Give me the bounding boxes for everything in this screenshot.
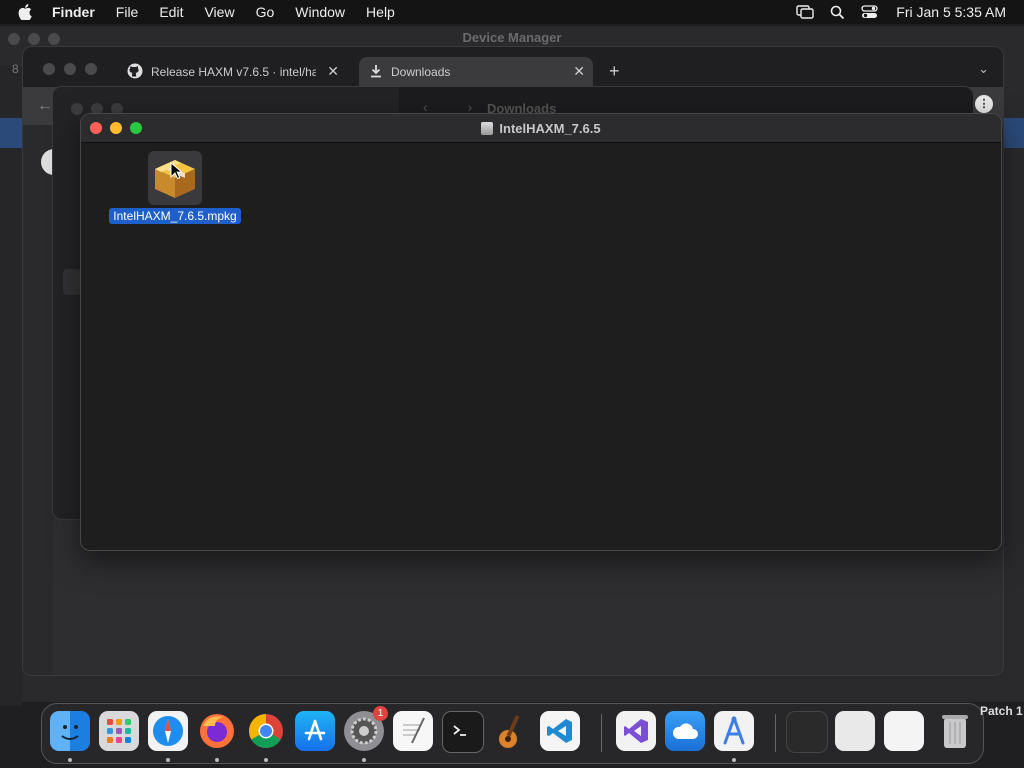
close-button[interactable] xyxy=(8,33,20,45)
vscode-dock-icon[interactable] xyxy=(540,711,580,751)
dmg-title: IntelHAXM_7.6.5 xyxy=(81,114,1001,142)
android-studio-dock-icon[interactable] xyxy=(714,711,754,751)
apple-menu-icon[interactable] xyxy=(18,4,38,20)
tool-window-button[interactable] xyxy=(0,118,22,148)
terminal-dock-icon[interactable] xyxy=(442,711,484,753)
close-button[interactable] xyxy=(43,63,55,75)
dmg-titlebar: IntelHAXM_7.6.5 xyxy=(81,114,1001,143)
menu-window[interactable]: Window xyxy=(295,4,345,20)
zoom-button[interactable] xyxy=(85,63,97,75)
new-tab-icon[interactable]: + xyxy=(609,61,620,82)
textedit-dock-icon[interactable] xyxy=(393,711,433,751)
tab-label: Downloads xyxy=(391,65,451,79)
system-settings-dock-icon[interactable]: 1 xyxy=(344,706,388,751)
chrome-dock-icon[interactable] xyxy=(246,711,286,751)
launchpad-dock-icon[interactable] xyxy=(99,711,139,751)
tab-release-haxm[interactable]: Release HAXM v7.6.5 · intel/haxm ✕ xyxy=(127,57,347,87)
close-tab-icon[interactable]: ✕ xyxy=(327,63,339,80)
file-name[interactable]: IntelHAXM_7.6.5.mpkg xyxy=(109,208,241,224)
menu-bar: Finder File Edit View Go Window Help Fri… xyxy=(0,0,1024,24)
device-manager-sidebar xyxy=(0,66,22,706)
chevron-down-icon[interactable]: ⌄ xyxy=(978,61,989,77)
tool-window-button-right[interactable] xyxy=(1002,118,1024,148)
menu-view[interactable]: View xyxy=(204,4,234,20)
running-indicator xyxy=(68,758,72,762)
device-manager-side-label: 8 xyxy=(12,62,19,76)
browser-traffic-lights xyxy=(43,63,97,75)
app-store-dock-icon[interactable] xyxy=(295,711,335,751)
more-menu-icon[interactable]: ⋮ xyxy=(975,95,993,113)
minimize-button[interactable] xyxy=(64,63,76,75)
tab-strip: Release HAXM v7.6.5 · intel/haxm ✕ Downl… xyxy=(23,47,1003,87)
running-indicator xyxy=(362,758,366,762)
menu-clock[interactable]: Fri Jan 5 5:35 AM xyxy=(896,4,1006,20)
icloud-dock-icon[interactable] xyxy=(665,711,705,751)
dock-separator xyxy=(775,714,776,752)
back-arrow-icon[interactable]: ← xyxy=(37,97,53,115)
spotlight-search-icon[interactable] xyxy=(830,5,845,20)
running-indicator xyxy=(166,758,170,762)
control-center-icon[interactable] xyxy=(861,5,878,19)
trash-icon[interactable] xyxy=(935,711,975,751)
running-indicator xyxy=(215,758,219,762)
minimize-button[interactable] xyxy=(28,33,40,45)
running-indicator xyxy=(264,758,268,762)
menu-edit[interactable]: Edit xyxy=(159,4,183,20)
notification-badge: 1 xyxy=(373,706,388,721)
overflow-label: Patch 1 xyxy=(980,704,1023,718)
running-indicator xyxy=(732,758,736,762)
window-preview-thumbnail[interactable] xyxy=(884,711,924,751)
dmg-volume-window: IntelHAXM_7.6.5 IntelHAXM_7.6.5.mpkg xyxy=(80,113,1002,551)
safari-dock-icon[interactable] xyxy=(148,711,188,751)
screen-mirroring-icon[interactable] xyxy=(796,5,814,19)
menu-file[interactable]: File xyxy=(116,4,139,20)
garageband-dock-icon[interactable] xyxy=(491,711,531,751)
zoom-button[interactable] xyxy=(48,33,60,45)
close-tab-icon[interactable]: ✕ xyxy=(573,63,585,80)
finder-dock-icon[interactable] xyxy=(50,711,90,751)
device-manager-traffic-lights xyxy=(8,33,60,45)
downloads-sidebar xyxy=(23,125,53,675)
menu-help[interactable]: Help xyxy=(366,4,395,20)
dock-separator xyxy=(601,714,602,752)
tab-downloads[interactable]: Downloads ✕ xyxy=(359,57,593,87)
window-preview-thumbnail[interactable] xyxy=(786,711,828,753)
menu-app-name[interactable]: Finder xyxy=(52,4,95,20)
dmg-title-text: IntelHAXM_7.6.5 xyxy=(499,120,601,136)
disk-image-icon xyxy=(481,121,494,135)
firefox-dock-icon[interactable] xyxy=(197,711,237,751)
tab-label: Release HAXM v7.6.5 · intel/haxm xyxy=(151,65,316,79)
mouse-pointer-icon xyxy=(170,161,184,185)
menu-go[interactable]: Go xyxy=(256,4,275,20)
download-icon xyxy=(369,64,383,81)
visual-studio-dock-icon[interactable] xyxy=(616,711,656,751)
window-preview-thumbnail[interactable] xyxy=(835,711,875,751)
dock: 1 xyxy=(41,703,984,764)
github-icon xyxy=(127,63,143,82)
